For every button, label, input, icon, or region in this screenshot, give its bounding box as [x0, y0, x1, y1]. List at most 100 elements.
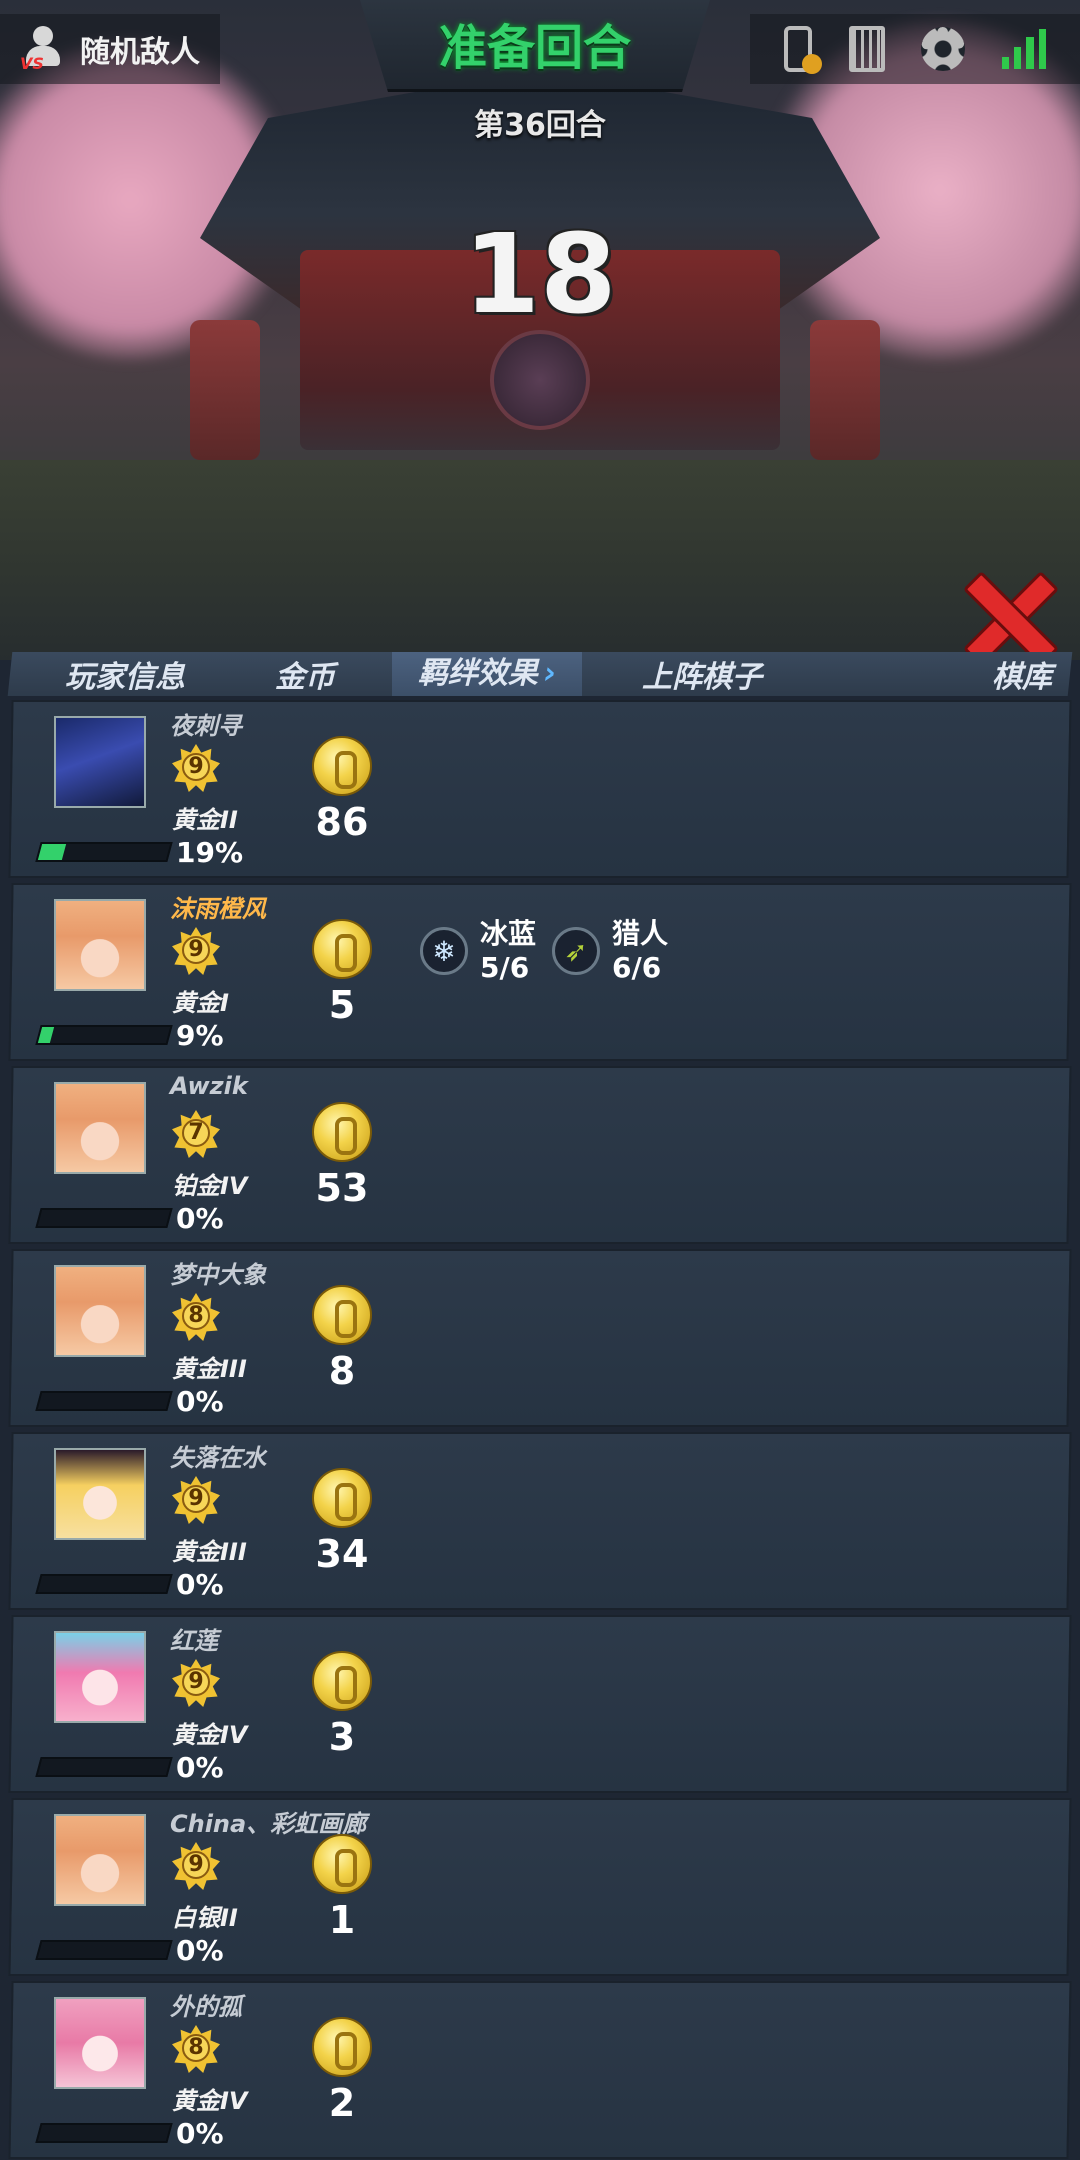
level-badge: 9 — [172, 1476, 220, 1524]
avatar[interactable] — [54, 716, 146, 808]
player-row[interactable]: 失落在水 9 黄金III 0% 34 — [0, 1432, 1080, 1615]
level-badge: 9 — [172, 1842, 220, 1890]
gold-coin-icon — [312, 919, 372, 979]
exp-percent: 9% — [176, 1019, 224, 1052]
player-name: 沫雨橙风 — [170, 895, 266, 923]
player-name: 夜刺寻 — [170, 712, 242, 740]
exp-percent: 0% — [176, 1568, 224, 1601]
exp-progress-bar — [35, 1391, 173, 1411]
exp-progress-bar — [35, 1757, 173, 1777]
info-table-header: 玩家信息 金币 羁绊效果 › 上阵棋子 棋库 — [7, 652, 1073, 696]
exp-percent: 0% — [176, 1202, 224, 1235]
player-row[interactable]: Awzik 7 铂金IV 0% 53 — [0, 1066, 1080, 1249]
exp-percent: 0% — [176, 1385, 224, 1418]
bond-entry[interactable]: ❄ 冰蓝 5/6 — [420, 917, 536, 985]
gold-coin-icon — [312, 1102, 372, 1162]
player-name: 梦中大象 — [170, 1261, 266, 1289]
tab-gold[interactable]: 金币 — [240, 652, 370, 696]
level-number: 9 — [182, 1851, 210, 1879]
level-number: 9 — [182, 1668, 210, 1696]
level-number: 9 — [182, 753, 210, 781]
player-row[interactable]: China、彩虹画廊 9 白银II 0% 1 — [0, 1798, 1080, 1981]
bond-entry[interactable]: ➶ 猎人 6/6 — [552, 917, 668, 985]
exp-progress-bar — [35, 1940, 173, 1960]
gold-amount: 34 — [315, 1532, 369, 1576]
gold-amount: 53 — [315, 1166, 369, 1210]
rank-label: 铂金IV — [172, 1172, 248, 1200]
gold-coin-icon — [312, 1834, 372, 1894]
exp-percent: 0% — [176, 1751, 224, 1784]
gear-icon[interactable] — [921, 27, 966, 71]
opponent-indicator[interactable]: VS 随机敌人 — [0, 14, 220, 84]
rank-label: 黄金I — [172, 989, 229, 1017]
player-row[interactable]: 夜刺寻 9 黄金II 19% 86 — [0, 700, 1080, 883]
tab-library[interactable]: 棋库 — [822, 652, 1052, 696]
book-icon[interactable] — [848, 26, 885, 72]
exp-progress-bar — [35, 1574, 173, 1594]
tab-bonds[interactable]: 羁绊效果 › — [392, 652, 582, 696]
avatar[interactable] — [54, 1265, 146, 1357]
level-number: 9 — [182, 1485, 210, 1513]
avatar[interactable] — [54, 1997, 146, 2089]
tab-player-info[interactable]: 玩家信息 — [10, 652, 240, 696]
level-number: 8 — [182, 1302, 210, 1330]
avatar[interactable] — [54, 1082, 146, 1174]
gold-coin-icon — [312, 2017, 372, 2077]
gold-amount: 2 — [328, 2081, 356, 2125]
exp-percent: 0% — [176, 1934, 224, 1967]
rank-label: 黄金IV — [172, 2087, 248, 2115]
rank-label: 黄金II — [172, 806, 238, 834]
level-badge: 7 — [172, 1110, 220, 1158]
gold-amount: 1 — [328, 1898, 356, 1942]
snowflake-icon: ❄ — [420, 927, 468, 975]
gold-amount: 8 — [328, 1349, 356, 1393]
player-row[interactable]: 梦中大象 8 黄金III 0% 8 — [0, 1249, 1080, 1432]
gold-coin-icon — [312, 1285, 372, 1345]
level-badge: 9 — [172, 927, 220, 975]
player-row[interactable]: 沫雨橙风 9 黄金I 9% 5 ❄ 冰蓝 5/6 ➶ 猎人 6/6 — [0, 883, 1080, 1066]
phase-title-panel: 准备回合 — [360, 0, 710, 92]
exp-percent: 19% — [176, 836, 244, 869]
player-name: 红莲 — [170, 1627, 218, 1655]
level-badge: 9 — [172, 1659, 220, 1707]
gold-coin-icon — [312, 1468, 372, 1528]
level-number: 8 — [182, 2034, 210, 2062]
level-badge: 9 — [172, 744, 220, 792]
exp-progress-bar — [35, 1025, 173, 1045]
rank-label: 黄金IV — [172, 1721, 248, 1749]
bond-name: 冰蓝 — [480, 917, 537, 950]
bow-icon: ➶ — [552, 927, 600, 975]
tab-deployed-units[interactable]: 上阵棋子 — [582, 652, 822, 696]
level-badge: 8 — [172, 1293, 220, 1341]
top-right-toolbar — [750, 14, 1080, 84]
vs-player-icon: VS — [20, 24, 66, 74]
signal-icon — [1001, 29, 1046, 69]
player-list: 夜刺寻 9 黄金II 19% 86 沫雨橙风 9 黄金I 9% 5 ❄ 冰蓝 5… — [0, 700, 1080, 2160]
rank-label: 黄金III — [172, 1355, 247, 1383]
avatar[interactable] — [54, 1814, 146, 1906]
avatar[interactable] — [54, 1631, 146, 1723]
rank-label: 白银II — [172, 1904, 238, 1932]
player-name: 外的孤 — [170, 1993, 242, 2021]
bond-count: 6/6 — [612, 951, 662, 984]
gold-amount: 5 — [328, 983, 356, 1027]
player-row[interactable]: 红莲 9 黄金IV 0% 3 — [0, 1615, 1080, 1798]
avatar[interactable] — [54, 899, 146, 991]
avatar[interactable] — [54, 1448, 146, 1540]
gold-amount: 86 — [315, 800, 369, 844]
rank-label: 黄金III — [172, 1538, 247, 1566]
exp-progress-bar — [35, 1208, 173, 1228]
opponent-label: 随机敌人 — [80, 35, 200, 70]
phone-sync-icon[interactable] — [784, 26, 823, 74]
level-badge: 8 — [172, 2025, 220, 2073]
player-row[interactable]: 外的孤 8 黄金IV 0% 2 — [0, 1981, 1080, 2160]
gold-coin-icon — [312, 736, 372, 796]
bond-count: 5/6 — [480, 951, 530, 984]
player-name: Awzik — [170, 1072, 248, 1100]
bond-name: 猎人 — [612, 917, 669, 950]
chevron-right-icon: › — [543, 656, 557, 691]
gold-coin-icon — [312, 1651, 372, 1711]
exp-progress-bar — [35, 2123, 173, 2143]
exp-percent: 0% — [176, 2117, 224, 2150]
round-label: 第36回合 — [474, 108, 606, 143]
